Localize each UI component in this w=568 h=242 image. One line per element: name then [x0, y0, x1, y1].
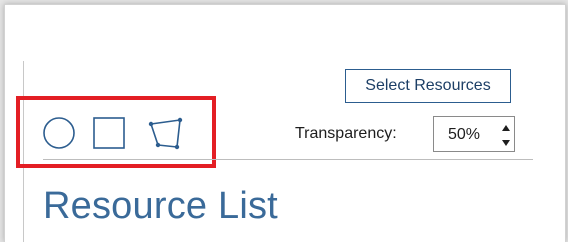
spin-up-icon[interactable] [500, 121, 512, 133]
circle-icon [43, 117, 75, 149]
polygon-tool-button[interactable] [141, 113, 187, 153]
spin-down-icon[interactable] [500, 136, 512, 148]
section-divider [43, 159, 533, 160]
map-tools-panel: Select Resources Transparency: 50% Resou… [4, 4, 566, 242]
resource-list-title: Resource List [43, 185, 278, 227]
polygon-icon [148, 117, 183, 150]
select-resources-button[interactable]: Select Resources [345, 69, 511, 103]
rectangle-tool-button[interactable] [91, 113, 127, 153]
transparency-value[interactable]: 50% [448, 126, 480, 144]
rectangle-icon [93, 117, 125, 149]
transparency-label: Transparency: [295, 125, 397, 142]
left-divider [23, 61, 24, 242]
circle-tool-button[interactable] [41, 113, 77, 153]
transparency-spinner[interactable]: 50% [433, 116, 515, 152]
